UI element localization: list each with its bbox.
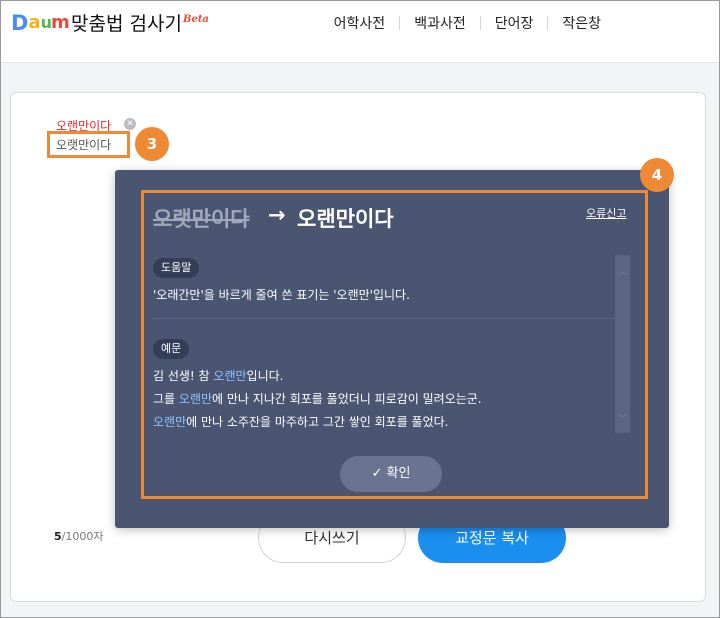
beta-badge: Beta	[183, 14, 209, 25]
corrected-word: 오랜만이다	[297, 207, 394, 231]
help-tag: 도움말	[153, 258, 200, 278]
nav-small-window[interactable]: 작은창	[548, 13, 615, 33]
top-header: D a u m 맞춤법 검사기 Beta 어학사전 백과사전 단어장 작은창	[1, 1, 719, 63]
logo-letter-d: D	[11, 11, 29, 35]
nav-dictionary[interactable]: 어학사전	[320, 13, 400, 33]
daum-logo[interactable]: D a u m	[11, 11, 70, 35]
help-text: '오래간만'을 바르게 줄여 쓴 표기는 '오랜만'입니다.	[153, 288, 410, 302]
char-max: /1000자	[61, 530, 104, 543]
nav-wordbook[interactable]: 단어장	[481, 13, 548, 33]
example-tag: 예문	[153, 339, 190, 359]
char-counter: 5/1000자	[54, 528, 103, 544]
wrong-word: 오랫만이다	[153, 207, 250, 231]
input-text-highlight[interactable]: 오랫만이다	[47, 131, 130, 158]
arrow-icon: →	[268, 203, 286, 227]
example-text: 입니다.	[246, 369, 284, 383]
char-count: 5	[54, 530, 62, 543]
example-text: 에 만나 소주잔을 마주하고 그간 쌓인 회포를 풀었다.	[186, 415, 449, 429]
logo-letter-m: m	[50, 12, 70, 33]
example-text: 김 선생! 참	[153, 369, 214, 383]
chevron-up-icon[interactable]: ︿	[615, 263, 630, 278]
example-sentence: 그를 오랜만에 만나 지나간 회포를 풀었더니 피로감이 밀려오는군.	[153, 390, 482, 407]
app-title[interactable]: 맞춤법 검사기	[71, 9, 182, 36]
example-sentence: 김 선생! 참 오랜만입니다.	[153, 367, 283, 384]
step-marker-4: 4	[640, 158, 674, 192]
clear-icon[interactable]: ✕	[124, 118, 136, 130]
confirm-button[interactable]: ✓ 확인	[340, 456, 442, 492]
popup-divider	[153, 318, 615, 319]
example-highlight: 오랜만	[153, 415, 187, 429]
example-highlight: 오랜만	[213, 369, 247, 383]
chevron-down-icon[interactable]: ﹀	[615, 410, 630, 425]
example-sentence: 오랜만에 만나 소주잔을 마주하고 그간 쌓인 회포를 풀었다.	[153, 413, 448, 430]
report-error-link[interactable]: 오류신고	[586, 205, 626, 221]
popup-scrollbar[interactable]: ︿ ﹀	[615, 255, 630, 433]
example-text: 에 만나 지나간 회포를 풀었더니 피로감이 밀려오는군.	[212, 392, 482, 406]
top-nav: 어학사전 백과사전 단어장 작은창	[320, 13, 615, 33]
example-text: 그를	[153, 392, 179, 406]
example-highlight: 오랜만	[178, 392, 213, 406]
logo-letter-a: a	[28, 12, 41, 33]
nav-encyclopedia[interactable]: 백과사전	[400, 13, 480, 33]
step-marker-3: 3	[135, 127, 169, 161]
